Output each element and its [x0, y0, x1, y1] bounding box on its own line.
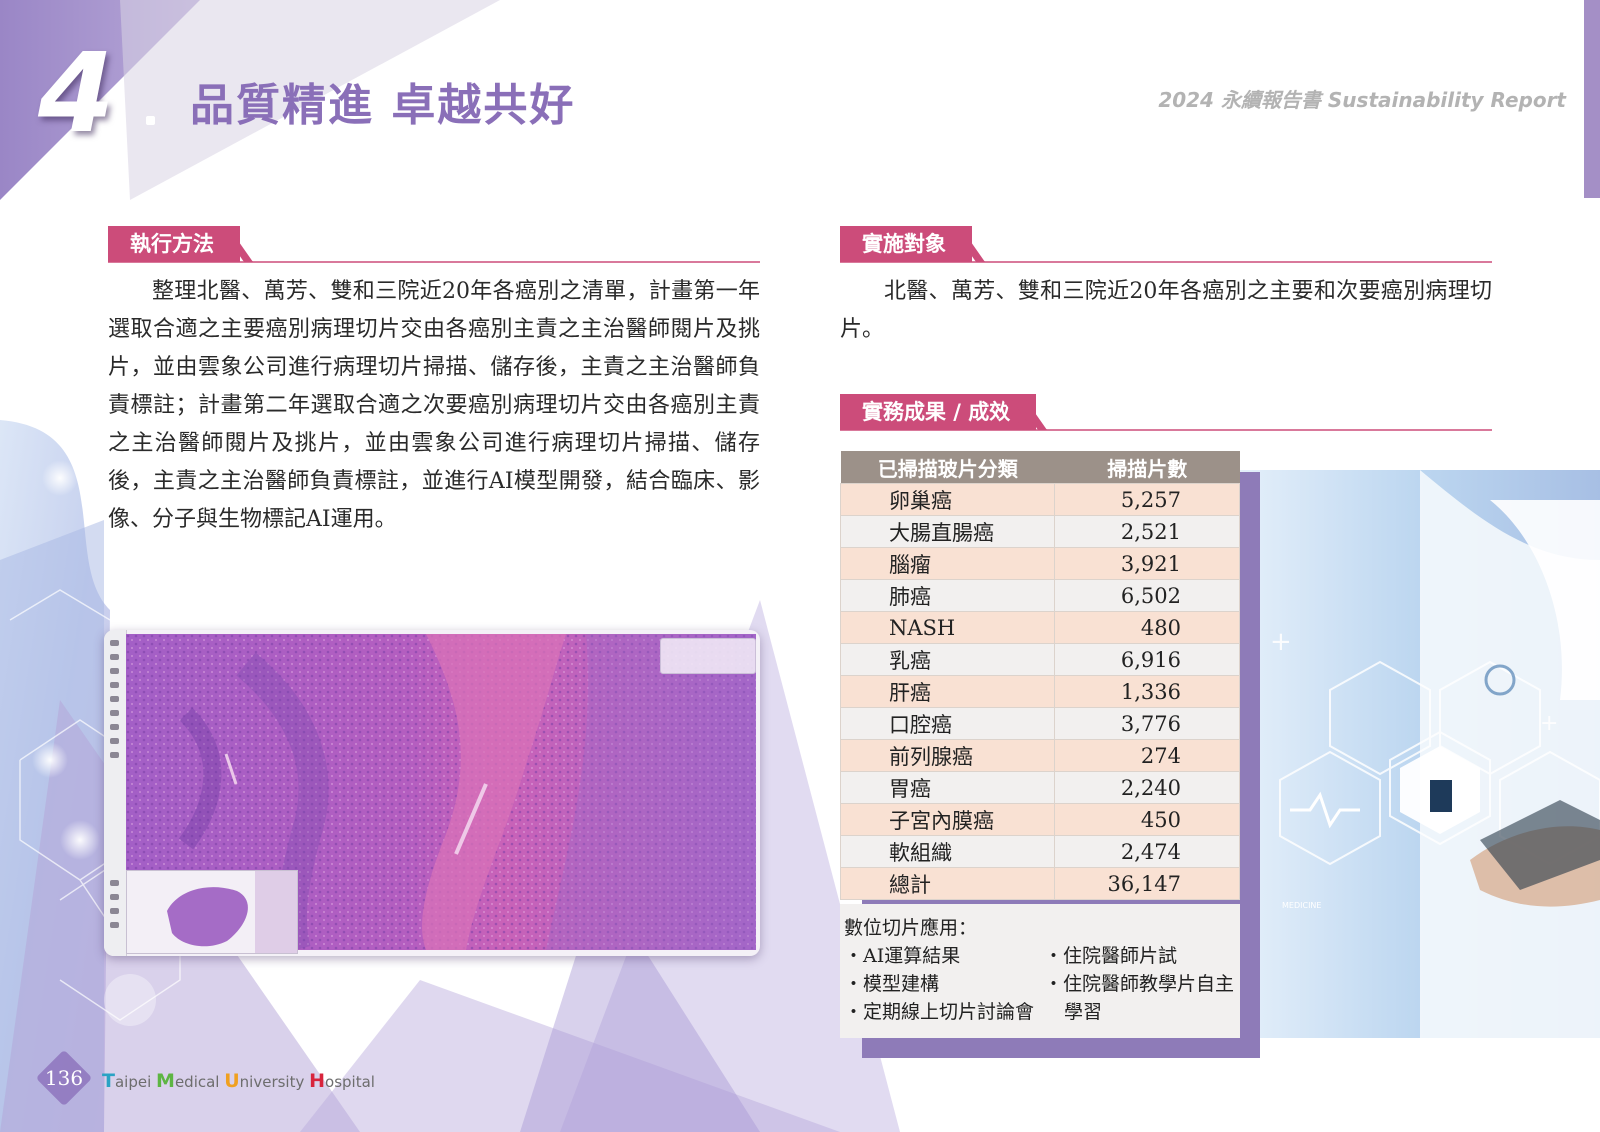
- brand-word: aipei: [114, 1073, 157, 1091]
- hospital-brand: Taipei Medical University Hospital: [102, 1070, 375, 1092]
- count-cell: 1,336: [1054, 675, 1240, 708]
- category-cell: 軟組織: [839, 835, 1056, 868]
- table-row: 大腸直腸癌 2,521: [839, 515, 1240, 548]
- viewer-toolbar: [104, 630, 127, 956]
- digital-slide-applications: 數位切片應用： ・AI運算結果 ・模型建構 ・定期線上切片討論會 ・住院醫師片試…: [840, 904, 1240, 1038]
- scanned-slides-table: 已掃描玻片分類 掃描片數 卵巢癌 5,257 大腸直腸癌 2,521 腦瘤 3,921…: [839, 451, 1240, 900]
- category-cell: NASH: [839, 611, 1056, 644]
- brand-word: ospital: [325, 1073, 375, 1091]
- viewer-tool-icon: [110, 724, 119, 730]
- brand-initial-t: T: [102, 1070, 115, 1092]
- application-item: ・定期線上切片討論會: [844, 1001, 1035, 1023]
- brand-word: edical: [174, 1073, 225, 1091]
- brand-initial-m: M: [156, 1070, 175, 1092]
- column-header-category: 已掃描玻片分類: [840, 451, 1055, 484]
- svg-text:+: +: [1270, 627, 1292, 657]
- count-cell: 274: [1054, 739, 1240, 772]
- viewer-tool-icon: [110, 654, 119, 660]
- brand-initial-u: U: [224, 1070, 240, 1092]
- table-row: 卵巢癌 5,257: [839, 483, 1240, 516]
- table-header-row: 已掃描玻片分類 掃描片數: [840, 451, 1240, 484]
- count-cell: 5,257: [1054, 483, 1240, 516]
- table-row: 前列腺癌 274: [839, 739, 1240, 772]
- chapter-title: 品質精進 卓越共好: [190, 80, 576, 131]
- total-label-cell: 總計: [839, 867, 1056, 900]
- method-paragraph: 整理北醫、萬芳、雙和三院近20年各癌別之清單，計畫第一年選取合適之主要癌別病理切…: [108, 279, 760, 532]
- category-cell: 肺癌: [839, 579, 1056, 612]
- target-paragraph: 北醫、萬芳、雙和三院近20年各癌別之主要和次要癌別病理切片。: [840, 279, 1492, 342]
- application-item: ・住院醫師教學片自主: [1044, 973, 1235, 995]
- application-item-continuation: 學習: [1064, 1001, 1103, 1023]
- table-row: 子宮內膜癌 450: [839, 803, 1240, 836]
- table-row: 肝癌 1,336: [839, 675, 1240, 708]
- count-cell: 2,521: [1054, 515, 1240, 548]
- brand-initial-h: H: [309, 1070, 326, 1092]
- count-cell: 3,921: [1054, 547, 1240, 580]
- target-section-header: 實施對象: [840, 226, 1492, 263]
- total-count-cell: 36,147: [1054, 867, 1240, 900]
- pathology-slide-viewer: [104, 630, 760, 956]
- page-number: 136: [44, 1066, 84, 1090]
- chapter-tab-marker: [1584, 0, 1600, 198]
- viewer-tool-icon: [110, 738, 119, 744]
- viewer-tool-icon: [110, 752, 119, 758]
- count-cell: 2,240: [1054, 771, 1240, 804]
- table-row: NASH 480: [839, 611, 1240, 644]
- table-row: 腦瘤 3,921: [839, 547, 1240, 580]
- applications-title: 數位切片應用：: [844, 917, 978, 939]
- category-cell: 前列腺癌: [839, 739, 1056, 772]
- viewer-tool-icon: [110, 908, 119, 914]
- table-total-row: 總計 36,147: [839, 867, 1240, 900]
- count-cell: 3,776: [1054, 707, 1240, 740]
- category-cell: 肝癌: [839, 675, 1056, 708]
- viewer-control-panel: [660, 638, 756, 674]
- table-row: 胃癌 2,240: [839, 771, 1240, 804]
- category-cell: 胃癌: [839, 771, 1056, 804]
- table-row: 肺癌 6,502: [839, 579, 1240, 612]
- category-cell: 卵巢癌: [839, 483, 1056, 516]
- count-cell: 6,502: [1054, 579, 1240, 612]
- category-cell: 乳癌: [839, 643, 1056, 676]
- chapter-number-dot: [146, 116, 155, 125]
- category-cell: 口腔癌: [839, 707, 1056, 740]
- count-cell: 2,474: [1054, 835, 1240, 868]
- category-cell: 大腸直腸癌: [839, 515, 1056, 548]
- viewer-tool-icon: [110, 682, 119, 688]
- viewer-tool-icon: [110, 640, 119, 646]
- viewer-tool-icon: [110, 894, 119, 900]
- category-cell: 子宮內膜癌: [839, 803, 1056, 836]
- slide-minimap: [126, 870, 298, 954]
- viewer-tool-icon: [110, 922, 119, 928]
- table-row: 軟組織 2,474: [839, 835, 1240, 868]
- viewer-tool-icon: [110, 880, 119, 886]
- method-section-header: 執行方法: [108, 226, 760, 263]
- viewer-tool-icon: [110, 696, 119, 702]
- column-header-count: 掃描片數: [1054, 451, 1240, 484]
- count-cell: 6,916: [1054, 643, 1240, 676]
- viewer-tool-icon: [110, 668, 119, 674]
- table-row: 口腔癌 3,776: [839, 707, 1240, 740]
- svg-text:MEDICINE: MEDICINE: [1282, 901, 1321, 910]
- results-section-header: 實務成果 / 成效: [840, 394, 1492, 431]
- application-item: ・模型建構: [844, 973, 940, 995]
- count-cell: 480: [1054, 611, 1240, 644]
- application-item: ・AI運算結果: [844, 945, 961, 967]
- svg-text:+: +: [1540, 711, 1558, 736]
- viewer-tool-icon: [110, 710, 119, 716]
- application-item: ・住院醫師片試: [1044, 945, 1178, 967]
- chapter-number: 4: [38, 29, 115, 157]
- count-cell: 450: [1054, 803, 1240, 836]
- table-row: 乳癌 6,916: [839, 643, 1240, 676]
- background-artwork: MEDICINE + +: [0, 0, 1600, 1132]
- brand-word: niversity: [239, 1073, 310, 1091]
- minimap-thumbnail: [167, 871, 297, 953]
- report-title: 2024 永續報告書 Sustainability Report: [1158, 88, 1566, 112]
- category-cell: 腦瘤: [839, 547, 1056, 580]
